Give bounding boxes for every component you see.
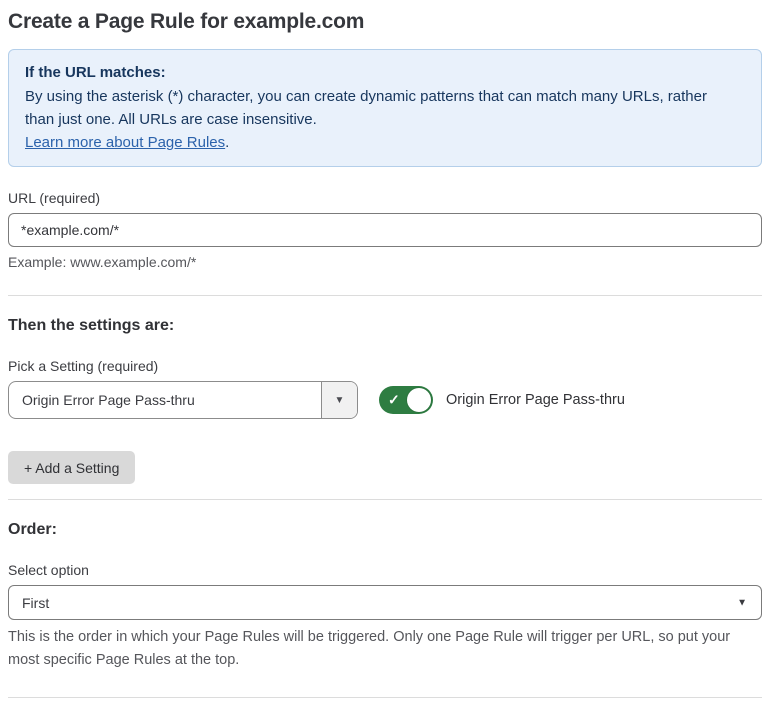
info-banner-body: By using the asterisk (*) character, you… xyxy=(25,88,707,128)
divider xyxy=(8,499,762,500)
create-page-rule-form: Create a Page Rule for example.com If th… xyxy=(0,0,770,710)
setting-toggle-label: Origin Error Page Pass-thru xyxy=(446,392,625,408)
info-banner-link-line: Learn more about Page Rules. xyxy=(25,131,745,154)
order-helper-text: This is the order in which your Page Rul… xyxy=(8,629,731,668)
divider xyxy=(8,295,762,296)
dropdown-arrow-button[interactable]: ▼ xyxy=(321,382,357,418)
toggle-knob xyxy=(407,388,431,412)
url-input[interactable] xyxy=(8,213,762,247)
page-title: Create a Page Rule for example.com xyxy=(8,10,365,33)
url-example-helper: Example: www.example.com/* xyxy=(8,254,197,270)
caret-down-icon: ▼ xyxy=(737,597,747,608)
order-select-value: First xyxy=(22,594,50,611)
link-period: . xyxy=(225,134,230,151)
setting-dropdown[interactable]: Origin Error Page Pass-thru ▼ xyxy=(8,381,358,419)
info-banner-heading: If the URL matches: xyxy=(25,64,166,81)
url-field-label: URL (required) xyxy=(8,190,101,206)
add-setting-button[interactable]: + Add a Setting xyxy=(8,451,136,484)
setting-dropdown-value: Origin Error Page Pass-thru xyxy=(22,392,195,408)
order-select-label: Select option xyxy=(8,562,89,578)
chevron-down-icon: ▼ xyxy=(334,394,345,406)
pick-setting-label: Pick a Setting (required) xyxy=(8,358,159,374)
order-select[interactable]: First ▼ xyxy=(8,585,762,620)
settings-section-heading: Then the settings are: xyxy=(8,317,175,334)
learn-more-link[interactable]: Learn more about Page Rules xyxy=(25,134,225,151)
setting-row: Origin Error Page Pass-thru ▼ ✓ Origin E… xyxy=(8,381,762,419)
divider xyxy=(8,697,762,698)
setting-toggle[interactable]: ✓ xyxy=(379,386,433,414)
url-match-info-banner: If the URL matches: By using the asteris… xyxy=(8,49,762,167)
check-icon: ✓ xyxy=(388,391,400,408)
order-section-heading: Order: xyxy=(8,521,57,538)
